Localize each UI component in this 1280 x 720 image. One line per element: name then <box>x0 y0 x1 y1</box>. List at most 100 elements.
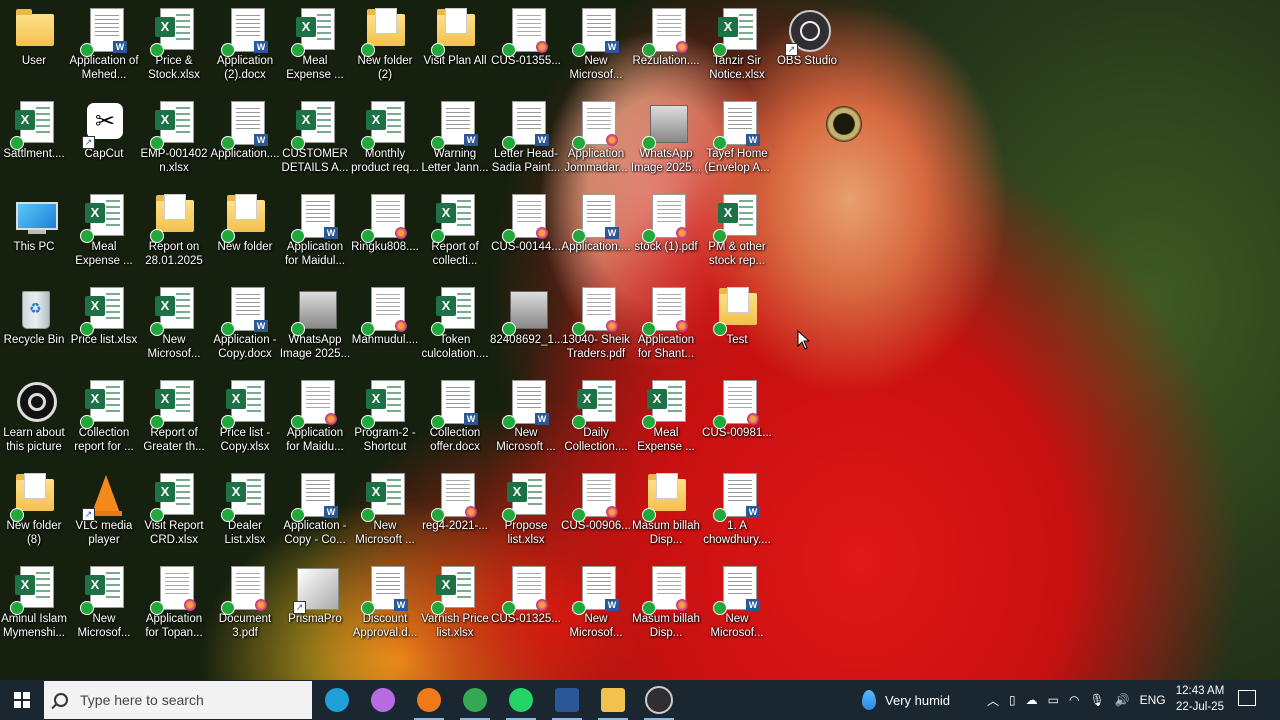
desktop-icon[interactable]: X Tanzir Sir Notice.xlsx <box>702 2 772 94</box>
desktop-icon[interactable]: X Monthly product req... <box>350 95 420 187</box>
desktop-icon[interactable]: W Application.... <box>561 188 631 280</box>
desktop-icon[interactable]: stock (1).pdf <box>631 188 701 280</box>
desktop-icon[interactable]: W New Microsof... <box>561 560 631 652</box>
desktop-icon[interactable]: Masum billah Disp... <box>631 560 701 652</box>
desktop-icon[interactable]: W Warning Letter Jann... <box>420 95 490 187</box>
desktop-icon[interactable]: Application for Topan... <box>139 560 209 652</box>
desktop-icon[interactable]: W Application.... <box>210 95 280 187</box>
desktop-icon[interactable]: X Price list - Copy.xlsx <box>210 374 280 466</box>
desktop-icon[interactable]: W Application of Mehed... <box>69 2 139 94</box>
desktop-icon[interactable]: Application for Shant... <box>631 281 701 373</box>
desktop-icon[interactable]: X New Microsof... <box>69 560 139 652</box>
clock[interactable]: 12:43 AM 22-Jul-25 <box>1168 683 1232 715</box>
desktop-icon[interactable]: Report on 28.01.2025 <box>139 188 209 280</box>
desktop-icon[interactable]: ↗ PrismaPro <box>280 560 350 652</box>
desktop-icon[interactable]: W New Microsoft ... <box>491 374 561 466</box>
search-input[interactable] <box>78 691 292 709</box>
desktop-icon[interactable]: W Discount Approval.d... <box>350 560 420 652</box>
desktop-icon[interactable]: CUS-00144... <box>491 188 561 280</box>
battery-icon[interactable]: ▭ <box>1048 693 1059 707</box>
desktop-icon[interactable]: W Application for Maidul... <box>280 188 350 280</box>
taskbar-search-box[interactable] <box>44 681 312 719</box>
desktop-icon[interactable]: User <box>0 2 69 94</box>
taskbar-app-whatsapp[interactable] <box>498 680 544 720</box>
taskbar-app-word[interactable] <box>544 680 590 720</box>
desktop-icon[interactable]: X Meal Expense ... <box>280 2 350 94</box>
taskbar-app-edge[interactable] <box>314 680 360 720</box>
desktop-icon[interactable]: WhatsApp Image 2025... <box>280 281 350 373</box>
desktop-icon[interactable]: X Report of collecti... <box>420 188 490 280</box>
desktop-icon[interactable]: X Sattlment.... <box>0 95 69 187</box>
wifi-icon[interactable]: ◠ <box>1069 693 1079 707</box>
desktop-icon[interactable]: Document 3.pdf <box>210 560 280 652</box>
taskbar-app-chrome[interactable] <box>452 680 498 720</box>
desktop-icon[interactable]: X Propose list.xlsx <box>491 467 561 559</box>
desktop-icon[interactable]: W Collection offer.docx <box>420 374 490 466</box>
desktop-icon[interactable]: X Dealer List.xlsx <box>210 467 280 559</box>
weather-widget[interactable]: Very humid <box>862 680 950 720</box>
desktop-icon[interactable]: Rezulation.... <box>631 2 701 94</box>
desktop-icon[interactable]: W 1. A chowdhury.... <box>702 467 772 559</box>
desktop-icon[interactable]: W New Microsof... <box>702 560 772 652</box>
chevron-up-icon[interactable]: ︿ <box>987 692 999 709</box>
desktop-icon[interactable]: X Varnish Price list.xlsx <box>420 560 490 652</box>
desktop-icon[interactable]: Visit Plan All <box>420 2 490 94</box>
desktop-icon[interactable]: X Price & Stock.xlsx <box>139 2 209 94</box>
desktop-icon[interactable]: CUS-01355... <box>491 2 561 94</box>
onedrive-cloud-icon[interactable]: ☁ <box>1026 693 1038 707</box>
desktop-icon[interactable]: Recycle Bin <box>0 281 69 373</box>
desktop-icon[interactable]: X CUSTOMER DETAILS A... <box>280 95 350 187</box>
desktop-icon[interactable]: X Report of Greater th... <box>139 374 209 466</box>
desktop-icon[interactable]: W Application (2).docx <box>210 2 280 94</box>
desktop-icon[interactable]: ✂ ↗ CapCut <box>69 95 139 187</box>
desktop-icon[interactable]: WhatsApp Image 2025... <box>631 95 701 187</box>
desktop-icon[interactable]: CUS-01325... <box>491 560 561 652</box>
desktop-icon[interactable]: Test <box>702 281 772 373</box>
desktop-icon[interactable]: X Meal Expense ... <box>69 188 139 280</box>
desktop-icon[interactable]: CUS-00906... <box>561 467 631 559</box>
desktop-icon[interactable]: Application for Maidu... <box>280 374 350 466</box>
desktop-icon[interactable]: CUS-00981... <box>702 374 772 466</box>
taskbar-app-copilot[interactable] <box>360 680 406 720</box>
desktop-icon[interactable]: 82408692_1... <box>490 281 562 373</box>
desktop-icon[interactable]: Learn about this picture <box>0 374 69 466</box>
desktop-icon[interactable]: W Application - Copy - Co... <box>280 467 350 559</box>
meet-now-icon[interactable]: ▯ <box>1009 693 1016 707</box>
desktop-icon[interactable]: Masum billah Disp... <box>631 467 701 559</box>
volume-icon[interactable]: 🔊 <box>1115 693 1130 707</box>
microphone-icon[interactable]: 🎙 <box>1089 693 1104 707</box>
desktop-icon[interactable]: New folder (8) <box>0 467 69 559</box>
desktop-icon[interactable]: X Price list.xlsx <box>69 281 139 373</box>
desktop-icon[interactable]: X Aminul Islam Mymenshi... <box>0 560 69 652</box>
desktop-icon[interactable]: This PC <box>0 188 69 280</box>
taskbar-app-obs[interactable] <box>636 680 682 720</box>
desktop-icon[interactable]: X Daily Collection.... <box>561 374 631 466</box>
language-indicator[interactable]: ENG <box>1140 693 1166 707</box>
desktop-icon[interactable]: ↗ VLC media player <box>69 467 139 559</box>
desktop-icon[interactable]: Mahmudul.... <box>350 281 420 373</box>
desktop-icon[interactable]: X Meal Expense ... <box>631 374 701 466</box>
desktop-icon[interactable]: X Token culcolation.... <box>420 281 490 373</box>
desktop-icon[interactable]: reg4-2021-... <box>420 467 490 559</box>
desktop-icon[interactable]: X Program-2 - Shortcut <box>350 374 420 466</box>
desktop-icon[interactable]: ↗ OBS Studio <box>772 2 842 94</box>
start-button[interactable] <box>0 680 44 720</box>
desktop-icon[interactable]: Application Jommadar... <box>561 95 631 187</box>
desktop-icon[interactable]: X EMP-001402 n.xlsx <box>139 95 209 187</box>
desktop-icon[interactable]: X New Microsoft ... <box>350 467 420 559</box>
desktop-icon[interactable]: New folder <box>210 188 280 280</box>
notification-center-icon[interactable] <box>1238 690 1256 706</box>
desktop-icon[interactable]: X Visit Report CRD.xlsx <box>139 467 209 559</box>
taskbar-app-file-explorer[interactable] <box>590 680 636 720</box>
taskbar-app-firefox[interactable] <box>406 680 452 720</box>
desktop-icon[interactable]: 13040- Sheik Traders.pdf <box>561 281 631 373</box>
desktop-icon[interactable]: X PM & other stock rep... <box>702 188 772 280</box>
desktop-icon[interactable]: W Application - Copy.docx <box>210 281 280 373</box>
desktop-icon[interactable]: New folder (2) <box>350 2 420 94</box>
desktop-icon[interactable]: W New Microsof... <box>561 2 631 94</box>
desktop-icon[interactable]: W Tayef Home (Envelop A... <box>702 95 772 187</box>
desktop-icon[interactable]: X Collection report for ... <box>69 374 139 466</box>
desktop-icon[interactable]: W Letter Head- Sadia Paint... <box>491 95 561 187</box>
desktop-icon[interactable]: X New Microsof... <box>139 281 209 373</box>
desktop-icon[interactable]: Ringku808.... <box>350 188 420 280</box>
